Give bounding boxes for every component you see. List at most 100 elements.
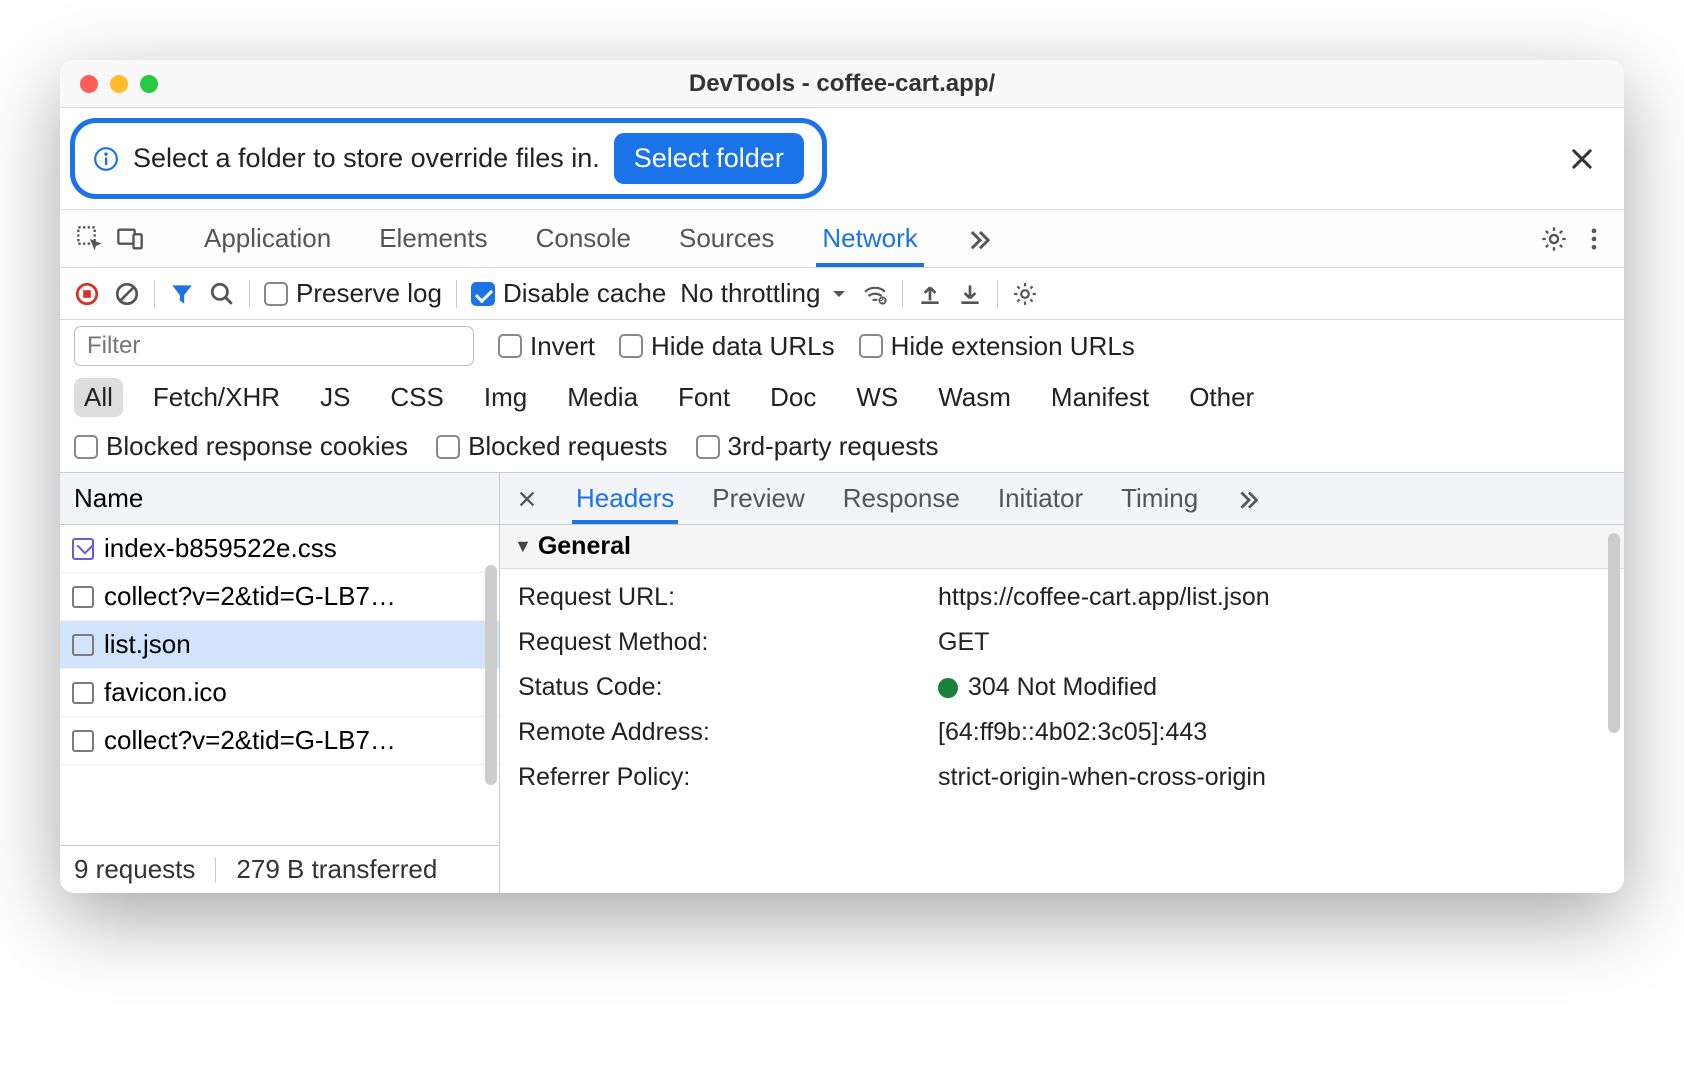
preserve-log-label: Preserve log bbox=[296, 278, 442, 309]
third-party-label: 3rd-party requests bbox=[728, 431, 939, 462]
detail-tabbar: Headers Preview Response Initiator Timin… bbox=[500, 473, 1624, 525]
checkbox-checked-icon bbox=[471, 282, 495, 306]
search-icon[interactable] bbox=[209, 281, 235, 307]
hide-extension-urls-label: Hide extension URLs bbox=[891, 331, 1135, 362]
network-settings-icon[interactable] bbox=[1012, 281, 1038, 307]
requests-scrollbar[interactable] bbox=[485, 565, 497, 785]
override-highlight: Select a folder to store override files … bbox=[70, 118, 827, 199]
kv-value: strict-origin-when-cross-origin bbox=[938, 763, 1606, 792]
detail-tab-timing[interactable]: Timing bbox=[1121, 473, 1198, 524]
close-infobar-icon[interactable] bbox=[1568, 145, 1596, 173]
window-title: DevTools - coffee-cart.app/ bbox=[689, 70, 995, 98]
disable-cache-label: Disable cache bbox=[503, 278, 666, 309]
type-css[interactable]: CSS bbox=[380, 378, 453, 417]
settings-icon[interactable] bbox=[1540, 225, 1568, 253]
requests-list-panel: Name index-b859522e.css collect?v=2&tid=… bbox=[60, 473, 500, 893]
request-row[interactable]: collect?v=2&tid=G-LB7… bbox=[60, 573, 499, 621]
override-infobar: Select a folder to store override files … bbox=[60, 108, 1624, 210]
detail-tab-headers[interactable]: Headers bbox=[576, 473, 674, 524]
tab-elements[interactable]: Elements bbox=[355, 210, 511, 267]
blocked-response-cookies-checkbox[interactable]: Blocked response cookies bbox=[74, 431, 408, 462]
tab-console[interactable]: Console bbox=[512, 210, 655, 267]
request-row[interactable]: collect?v=2&tid=G-LB7… bbox=[60, 717, 499, 765]
record-icon[interactable] bbox=[74, 281, 100, 307]
invert-checkbox[interactable]: Invert bbox=[498, 331, 595, 362]
kv-value: GET bbox=[938, 628, 1606, 657]
general-section-toggle[interactable]: ▼ General bbox=[500, 525, 1624, 569]
filter-icon[interactable] bbox=[169, 281, 195, 307]
kv-key: Request URL: bbox=[518, 583, 938, 612]
select-folder-button[interactable]: Select folder bbox=[614, 133, 804, 184]
third-party-requests-checkbox[interactable]: 3rd-party requests bbox=[696, 431, 939, 462]
detail-tab-initiator[interactable]: Initiator bbox=[998, 473, 1083, 524]
preserve-log-checkbox[interactable]: Preserve log bbox=[264, 278, 442, 309]
tab-sources[interactable]: Sources bbox=[655, 210, 798, 267]
network-conditions-icon[interactable] bbox=[862, 281, 888, 307]
close-window-button[interactable] bbox=[80, 75, 98, 93]
clear-icon[interactable] bbox=[114, 281, 140, 307]
device-toggle-icon[interactable] bbox=[116, 225, 144, 253]
blocked-requests-checkbox[interactable]: Blocked requests bbox=[436, 431, 667, 462]
requests-list: index-b859522e.css collect?v=2&tid=G-LB7… bbox=[60, 525, 499, 845]
more-tabs-icon[interactable] bbox=[966, 225, 994, 253]
network-toolbar: Preserve log Disable cache No throttling bbox=[60, 268, 1624, 320]
checkbox-icon bbox=[619, 334, 643, 358]
kv-key: Remote Address: bbox=[518, 718, 938, 747]
request-row[interactable]: index-b859522e.css bbox=[60, 525, 499, 573]
tab-network[interactable]: Network bbox=[798, 210, 941, 267]
checkbox-icon bbox=[436, 435, 460, 459]
export-har-icon[interactable] bbox=[957, 281, 983, 307]
type-font[interactable]: Font bbox=[668, 378, 740, 417]
more-options-icon[interactable] bbox=[1580, 225, 1608, 253]
details-scrollbar[interactable] bbox=[1608, 533, 1620, 733]
tab-application[interactable]: Application bbox=[180, 210, 355, 267]
more-detail-tabs-icon[interactable] bbox=[1236, 486, 1262, 512]
checkbox-icon bbox=[696, 435, 720, 459]
throttling-dropdown[interactable]: No throttling bbox=[680, 278, 848, 309]
zoom-window-button[interactable] bbox=[140, 75, 158, 93]
type-wasm[interactable]: Wasm bbox=[928, 378, 1021, 417]
throttling-label: No throttling bbox=[680, 278, 820, 309]
type-other[interactable]: Other bbox=[1179, 378, 1264, 417]
type-manifest[interactable]: Manifest bbox=[1041, 378, 1159, 417]
minimize-window-button[interactable] bbox=[110, 75, 128, 93]
disable-cache-checkbox[interactable]: Disable cache bbox=[471, 278, 666, 309]
request-name: collect?v=2&tid=G-LB7… bbox=[104, 581, 396, 612]
request-details-panel: Headers Preview Response Initiator Timin… bbox=[500, 473, 1624, 893]
import-har-icon[interactable] bbox=[917, 281, 943, 307]
type-media[interactable]: Media bbox=[557, 378, 648, 417]
request-row[interactable]: list.json bbox=[60, 621, 499, 669]
devtools-window: DevTools - coffee-cart.app/ Select a fol… bbox=[60, 60, 1624, 893]
type-img[interactable]: Img bbox=[474, 378, 537, 417]
close-details-icon[interactable] bbox=[516, 488, 538, 510]
request-row[interactable]: favicon.ico bbox=[60, 669, 499, 717]
checkbox-icon bbox=[74, 435, 98, 459]
kv-key: Request Method: bbox=[518, 628, 938, 657]
kv-row: Remote Address: [64:ff9b::4b02:3c05]:443 bbox=[518, 710, 1606, 755]
info-icon bbox=[93, 146, 119, 172]
checkbox-icon bbox=[859, 334, 883, 358]
filter-input[interactable] bbox=[74, 326, 474, 366]
detail-tab-preview[interactable]: Preview bbox=[712, 473, 804, 524]
triangle-down-icon: ▼ bbox=[514, 536, 532, 557]
type-all[interactable]: All bbox=[74, 378, 123, 417]
kv-row: Status Code: 304 Not Modified bbox=[518, 665, 1606, 710]
detail-tab-response[interactable]: Response bbox=[843, 473, 960, 524]
status-dot-icon bbox=[938, 678, 958, 698]
hide-extension-urls-checkbox[interactable]: Hide extension URLs bbox=[859, 331, 1135, 362]
kv-value: [64:ff9b::4b02:3c05]:443 bbox=[938, 718, 1606, 747]
type-ws[interactable]: WS bbox=[846, 378, 908, 417]
type-js[interactable]: JS bbox=[310, 378, 360, 417]
requests-header[interactable]: Name bbox=[60, 473, 499, 525]
request-name: list.json bbox=[104, 629, 191, 660]
request-name: index-b859522e.css bbox=[104, 533, 337, 564]
hide-data-urls-checkbox[interactable]: Hide data URLs bbox=[619, 331, 835, 362]
kv-value: 304 Not Modified bbox=[938, 673, 1606, 702]
blocked-response-cookies-label: Blocked response cookies bbox=[106, 431, 408, 462]
type-doc[interactable]: Doc bbox=[760, 378, 826, 417]
kv-key: Referrer Policy: bbox=[518, 763, 938, 792]
doc-file-icon bbox=[72, 586, 94, 608]
checkbox-icon bbox=[264, 282, 288, 306]
inspect-element-icon[interactable] bbox=[76, 225, 104, 253]
type-fetch-xhr[interactable]: Fetch/XHR bbox=[143, 378, 290, 417]
